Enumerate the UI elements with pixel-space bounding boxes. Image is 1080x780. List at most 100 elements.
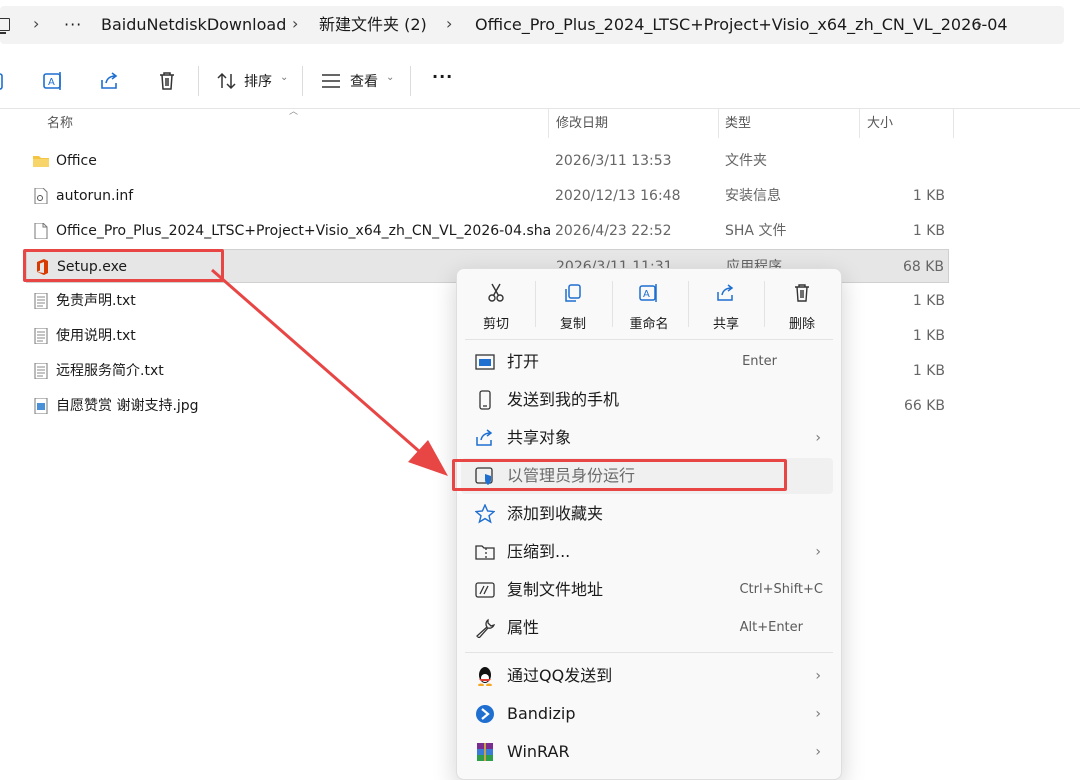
path-icon: [475, 582, 495, 598]
chevron-right-icon[interactable]: ›: [446, 6, 452, 44]
menu-separator: [465, 652, 833, 653]
share-icon[interactable]: [99, 70, 121, 92]
file-size: 66 KB: [903, 398, 945, 414]
delete-button[interactable]: 删除: [766, 275, 838, 335]
file-row[interactable]: Office_Pro_Plus_2024_LTSC+Project+Visio_…: [26, 214, 949, 248]
image-file-icon: [34, 398, 48, 414]
menu-item-label: WinRAR: [507, 742, 570, 761]
scissors-icon: [488, 283, 504, 302]
column-divider[interactable]: [953, 108, 954, 138]
column-header-name[interactable]: 名称: [47, 108, 73, 138]
menu-item-label: 打开: [507, 352, 540, 371]
file-size: 68 KB: [902, 259, 944, 275]
copy-label: 复制: [559, 317, 586, 332]
menu-item-label: 通过QQ发送到: [507, 666, 613, 685]
chevron-right-icon: ›: [815, 668, 821, 684]
paste-icon[interactable]: [0, 70, 8, 92]
file-type: SHA 文件: [725, 223, 787, 239]
rename-icon[interactable]: A: [42, 70, 64, 92]
chevron-right-icon[interactable]: ›: [976, 6, 982, 44]
phone-icon: [479, 390, 491, 410]
rename-label: 重命名: [629, 317, 669, 332]
text-file-icon: [34, 328, 48, 344]
file-date: 2020/12/13 16:48: [555, 188, 681, 204]
rename-button[interactable]: A 重命名: [613, 275, 685, 335]
menu-item-winrar[interactable]: WinRAR ›: [457, 734, 841, 770]
menu-item-copy-path[interactable]: 复制文件地址 Ctrl+Shift+C: [457, 572, 841, 608]
column-header-size[interactable]: 大小: [867, 108, 893, 138]
toolbar-divider: [302, 66, 303, 96]
star-icon: [475, 504, 495, 524]
toolbar-divider: [198, 66, 199, 96]
cut-button[interactable]: 剪切: [460, 275, 532, 335]
share-button[interactable]: 共享: [690, 275, 762, 335]
file-row[interactable]: Office 2026/3/11 13:53 文件夹: [26, 144, 949, 178]
window-icon: [475, 354, 495, 370]
column-divider[interactable]: [548, 108, 549, 138]
delete-label: 删除: [788, 317, 815, 332]
context-menu: 剪切 复制 A 重命名 共享 删除 打开 Enter 发送到我的手机 共享对象 …: [456, 268, 842, 780]
menu-item-label: 添加到收藏夹: [507, 504, 604, 523]
menu-item-compress-to[interactable]: 压缩到... ›: [457, 534, 841, 570]
column-header-type[interactable]: 类型: [725, 108, 751, 138]
breadcrumb[interactable]: › ··· BaiduNetdiskDownload › 新建文件夹 (2) ›…: [0, 6, 1064, 44]
file-row[interactable]: autorun.inf 2020/12/13 16:48 安装信息 1 KB: [26, 179, 949, 213]
view-button[interactable]: 查看: [350, 71, 378, 91]
chevron-right-icon[interactable]: ›: [33, 6, 39, 44]
shield-icon: [475, 467, 493, 485]
office-icon: [37, 259, 48, 275]
menu-item-send-to-phone[interactable]: 发送到我的手机: [457, 382, 841, 418]
this-pc-icon[interactable]: [0, 18, 10, 34]
view-icon[interactable]: [320, 70, 342, 92]
menu-item-open[interactable]: 打开 Enter: [457, 344, 841, 380]
breadcrumb-more[interactable]: ···: [64, 6, 82, 44]
rename-icon: A: [639, 284, 657, 302]
chevron-down-icon[interactable]: ⌄: [280, 72, 288, 83]
menu-item-label: 以管理员身份运行: [507, 466, 636, 485]
chevron-right-icon[interactable]: ›: [292, 6, 298, 44]
breadcrumb-item[interactable]: BaiduNetdiskDownload: [101, 6, 286, 44]
file-date: 2026/3/11 13:53: [555, 153, 672, 169]
menu-item-send-via-qq[interactable]: 通过QQ发送到 ›: [457, 658, 841, 694]
share-icon: [476, 429, 493, 446]
sort-button[interactable]: 排序: [244, 71, 272, 91]
command-bar: A 排序 ⌄ 查看 ⌄ ···: [0, 52, 1080, 109]
chevron-down-icon[interactable]: ⌄: [386, 72, 394, 83]
breadcrumb-item-current[interactable]: Office_Pro_Plus_2024_LTSC+Project+Visio_…: [475, 6, 1008, 44]
menu-item-shortcut: Enter: [742, 354, 777, 369]
file-size: 1 KB: [912, 188, 945, 204]
chevron-right-icon: ›: [815, 706, 821, 722]
file-size: 1 KB: [912, 363, 945, 379]
file-icon: [34, 223, 48, 239]
sort-icon[interactable]: [216, 70, 238, 92]
file-date: 2026/4/23 22:52: [555, 223, 672, 239]
menu-item-bandizip[interactable]: Bandizip ›: [457, 696, 841, 732]
quick-action-divider: [535, 281, 536, 327]
file-size: 1 KB: [912, 223, 945, 239]
toolbar-divider: [410, 66, 411, 96]
menu-item-add-favorite[interactable]: 添加到收藏夹: [457, 496, 841, 532]
settings-file-icon: [34, 188, 48, 204]
menu-item-share-with[interactable]: 共享对象 ›: [457, 420, 841, 456]
file-size: 1 KB: [912, 328, 945, 344]
file-name: 使用说明.txt: [56, 328, 136, 344]
quick-action-divider: [764, 281, 765, 327]
address-bar: › ··· BaiduNetdiskDownload › 新建文件夹 (2) ›…: [0, 0, 1080, 52]
column-divider[interactable]: [718, 108, 719, 138]
file-name: Setup.exe: [57, 259, 128, 275]
column-header-date[interactable]: 修改日期: [556, 108, 608, 138]
copy-button[interactable]: 复制: [537, 275, 609, 335]
file-name: 远程服务简介.txt: [56, 363, 164, 379]
more-options-button[interactable]: ···: [432, 67, 453, 86]
cut-label: 剪切: [482, 317, 509, 332]
breadcrumb-item[interactable]: 新建文件夹 (2): [319, 6, 427, 44]
trash-icon[interactable]: [156, 70, 178, 92]
menu-item-label: 属性: [507, 618, 540, 637]
menu-item-run-as-admin[interactable]: 以管理员身份运行: [461, 458, 833, 494]
file-type: 安装信息: [725, 188, 781, 204]
menu-separator: [465, 339, 833, 340]
menu-item-properties[interactable]: 属性 Alt+Enter: [457, 610, 841, 646]
winrar-icon: [477, 743, 493, 761]
svg-text:A: A: [48, 77, 55, 88]
column-divider[interactable]: [859, 108, 860, 138]
